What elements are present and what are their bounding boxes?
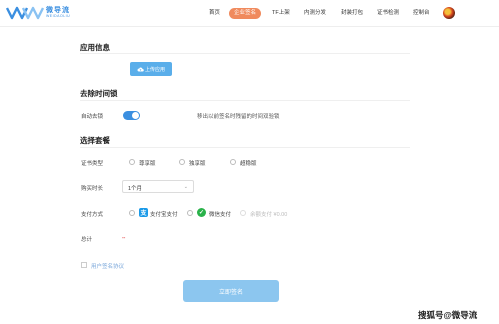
time-lock-hint: 移出以前签名时残留的时间双验锁 (197, 114, 280, 120)
agreement-link[interactable]: 用户签名协议 (91, 262, 124, 270)
avatar[interactable] (443, 7, 455, 19)
upload-app-button[interactable]: 上传应用 (130, 62, 172, 76)
duration-select[interactable]: 1个月 ⌄ (122, 180, 194, 193)
cloud-upload-icon (137, 66, 144, 71)
cert-type-label: 证书类型 (81, 161, 104, 167)
nav-beta-distribution[interactable]: 内测分发 (304, 8, 326, 19)
upload-app-label: 上传应用 (144, 66, 165, 73)
section-title-package: 选择套餐 (80, 136, 110, 145)
divider (80, 147, 410, 148)
submit-sign-button[interactable]: 立即签名 (183, 280, 279, 302)
nav-home[interactable]: 首页 (209, 8, 220, 19)
alipay-icon: 支 (139, 208, 148, 217)
pay-alipay-radio[interactable] (129, 210, 135, 216)
nav-tf-listing[interactable]: TF上架 (272, 8, 290, 19)
pay-balance-radio[interactable] (240, 210, 246, 216)
total-label: 总计 (81, 237, 93, 243)
section-title-app-info: 应用信息 (80, 43, 110, 52)
cert-option-exclusive-radio[interactable] (179, 159, 185, 165)
nav-enterprise-sign[interactable]: 企业签名 (229, 8, 262, 19)
duration-label: 购买时长 (81, 186, 104, 192)
main-nav: 首页 企业签名 TF上架 内测分发 封装打包 证书检测 控制台 (0, 8, 499, 20)
payment-label: 支付方式 (81, 212, 104, 218)
agreement-checkbox[interactable] (81, 262, 87, 268)
cert-option-premium-label: 尊享版 (139, 161, 156, 167)
pay-balance-label: 余额支付 ¥0.00 (250, 212, 288, 218)
pay-wechat-label: 微信支付 (209, 212, 232, 218)
toggle-knob (132, 112, 139, 119)
cert-option-stable-radio[interactable] (230, 159, 236, 165)
watermark: 搜狐号@微导流 (418, 310, 478, 320)
duration-value: 1个月 (128, 186, 143, 192)
wechat-pay-icon: ✓ (197, 208, 206, 217)
auto-unlock-label: 自动去锁 (81, 114, 104, 120)
divider (80, 100, 410, 101)
cert-option-premium-radio[interactable] (129, 159, 135, 165)
nav-packaging[interactable]: 封装打包 (341, 8, 363, 19)
pay-wechat-radio[interactable] (187, 210, 193, 216)
top-navbar: 微导流 WEIDAOLIU 首页 企业签名 TF上架 内测分发 封装打包 证书检… (0, 0, 499, 27)
chevron-down-icon: ⌄ (183, 184, 188, 190)
nav-cert-check[interactable]: 证书检测 (377, 8, 399, 19)
auto-unlock-toggle[interactable] (123, 111, 140, 120)
total-value: -- (122, 235, 126, 241)
cert-option-stable-label: 超稳版 (240, 161, 257, 167)
pay-alipay-label: 支付宝支付 (150, 212, 178, 218)
nav-console[interactable]: 控制台 (413, 8, 430, 19)
divider (80, 53, 410, 54)
cert-option-exclusive-label: 独享版 (189, 161, 206, 167)
section-title-time-lock: 去除时间锁 (80, 89, 118, 98)
